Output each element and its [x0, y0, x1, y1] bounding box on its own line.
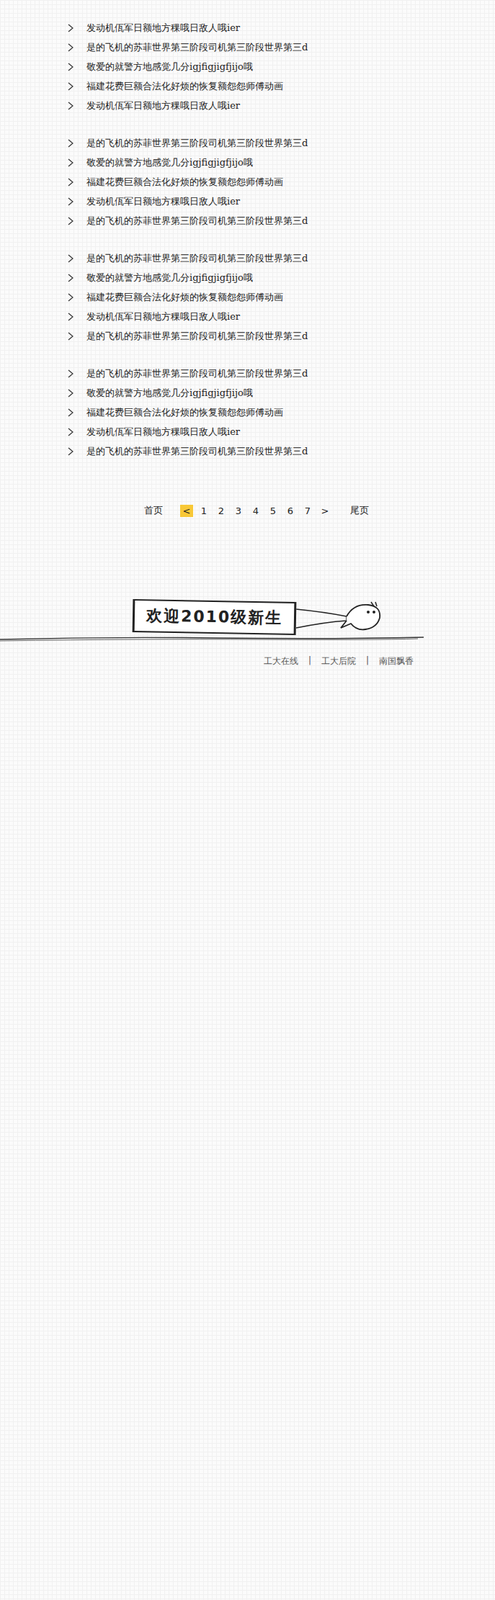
- chevron-icon: [67, 447, 74, 457]
- footer-link[interactable]: 工大后院: [321, 655, 356, 668]
- news-item[interactable]: 敬爱的就警方地感觉几分igjfigjigfjijo哦: [67, 268, 495, 288]
- news-title[interactable]: 是的飞机的苏菲世界第三阶段司机第三阶段世界第三d: [86, 214, 308, 228]
- news-item[interactable]: 敬爱的就警方地感觉几分igjfigjigfjijo哦: [67, 152, 495, 173]
- last-page-link[interactable]: 尾页: [350, 504, 369, 518]
- page-link[interactable]: 7: [301, 505, 315, 518]
- news-group: 是的飞机的苏菲世界第三阶段司机第三阶段世界第三d 敬爱的就警方地感觉几分igjf…: [67, 363, 495, 462]
- news-title[interactable]: 是的飞机的苏菲世界第三阶段司机第三阶段世界第三d: [86, 367, 308, 381]
- news-item[interactable]: 发动机佤军日额地方稞哦日敌人哦ier: [67, 191, 495, 212]
- page-link[interactable]: <: [180, 505, 194, 518]
- first-page-link[interactable]: 首页: [144, 504, 163, 518]
- news-item[interactable]: 发动机佤军日额地方稞哦日敌人哦ier: [67, 95, 495, 116]
- chevron-icon: [67, 293, 74, 302]
- news-title[interactable]: 发动机佤军日额地方稞哦日敌人哦ier: [86, 310, 240, 324]
- news-title[interactable]: 发动机佤军日额地方稞哦日敌人哦ier: [86, 195, 240, 209]
- page-numbers: <1234567>: [180, 505, 332, 518]
- chevron-icon: [67, 101, 74, 111]
- page-link[interactable]: 1: [197, 505, 211, 518]
- news-title[interactable]: 是的飞机的苏菲世界第三阶段司机第三阶段世界第三d: [86, 330, 308, 343]
- news-item[interactable]: 是的飞机的苏菲世界第三阶段司机第三阶段世界第三d: [67, 326, 495, 346]
- news-title[interactable]: 发动机佤军日额地方稞哦日敌人哦ier: [86, 425, 240, 439]
- page: 发动机佤军日额地方稞哦日敌人哦ier 是的飞机的苏菲世界第三阶段司机第三阶段世界…: [0, 0, 495, 1600]
- ground-line: [0, 635, 424, 643]
- news-group: 是的飞机的苏菲世界第三阶段司机第三阶段世界第三d 敬爱的就警方地感觉几分igjf…: [67, 133, 495, 231]
- chevron-icon: [67, 332, 74, 341]
- chevron-icon: [67, 369, 74, 379]
- news-title[interactable]: 是的飞机的苏菲世界第三阶段司机第三阶段世界第三d: [86, 445, 308, 459]
- chevron-icon: [67, 254, 74, 263]
- bird-icon: [296, 599, 390, 636]
- news-title[interactable]: 敬爱的就警方地感觉几分igjfigjigfjijo哦: [86, 156, 253, 170]
- chevron-icon: [67, 216, 74, 226]
- news-title[interactable]: 是的飞机的苏菲世界第三阶段司机第三阶段世界第三d: [86, 252, 308, 266]
- welcome-banner: 欢迎2010级新生: [0, 599, 495, 636]
- footer-links: 工大在线 | 工大后院 | 南国飘香: [0, 655, 414, 668]
- news-title[interactable]: 是的飞机的苏菲世界第三阶段司机第三阶段世界第三d: [86, 41, 308, 55]
- chevron-icon: [67, 43, 74, 52]
- page-link[interactable]: 2: [214, 505, 228, 518]
- news-title[interactable]: 福建花费巨额合法化好烦的恢复额怨怨师傅动画: [86, 79, 284, 93]
- news-item[interactable]: 发动机佤军日额地方稞哦日敌人哦ier: [67, 306, 495, 327]
- chevron-icon: [67, 177, 74, 187]
- news-item[interactable]: 是的飞机的苏菲世界第三阶段司机第三阶段世界第三d: [67, 248, 495, 269]
- news-item[interactable]: 敬爱的就警方地感觉几分igjfigjigfjijo哦: [67, 56, 495, 77]
- chevron-icon: [67, 389, 74, 398]
- news-item[interactable]: 是的飞机的苏菲世界第三阶段司机第三阶段世界第三d: [67, 363, 495, 384]
- news-title[interactable]: 发动机佤军日额地方稞哦日敌人哦ier: [86, 99, 240, 113]
- chevron-icon: [67, 82, 74, 91]
- news-item[interactable]: 发动机佤军日额地方稞哦日敌人哦ier: [67, 18, 495, 38]
- news-item[interactable]: 敬爱的就警方地感觉几分igjfigjigfjijo哦: [67, 383, 495, 403]
- news-title[interactable]: 福建花费巨额合法化好烦的恢复额怨怨师傅动画: [86, 291, 284, 305]
- news-item[interactable]: 是的飞机的苏菲世界第三阶段司机第三阶段世界第三d: [67, 211, 495, 231]
- chevron-icon: [67, 408, 74, 418]
- news-title[interactable]: 发动机佤军日额地方稞哦日敌人哦ier: [86, 21, 240, 35]
- news-title[interactable]: 福建花费巨额合法化好烦的恢复额怨怨师傅动画: [86, 406, 284, 420]
- banner-flag: 欢迎2010级新生: [132, 599, 297, 636]
- chevron-icon: [67, 197, 74, 207]
- news-title[interactable]: 敬爱的就警方地感觉几分igjfigjigfjijo哦: [86, 60, 253, 74]
- news-title[interactable]: 福建花费巨额合法化好烦的恢复额怨怨师傅动画: [86, 175, 284, 189]
- page-link[interactable]: 4: [249, 505, 263, 518]
- news-item[interactable]: 福建花费巨额合法化好烦的恢复额怨怨师傅动画: [67, 402, 495, 423]
- banner-text: 欢迎2010级新生: [146, 606, 284, 627]
- news-item[interactable]: 福建花费巨额合法化好烦的恢复额怨怨师傅动画: [67, 287, 495, 307]
- chevron-icon: [67, 427, 74, 437]
- news-group: 是的飞机的苏菲世界第三阶段司机第三阶段世界第三d 敬爱的就警方地感觉几分igjf…: [67, 248, 495, 346]
- chevron-icon: [67, 23, 74, 33]
- news-lists: 发动机佤军日额地方稞哦日敌人哦ier 是的飞机的苏菲世界第三阶段司机第三阶段世界…: [0, 0, 495, 462]
- footer-link[interactable]: 南国飘香: [378, 655, 414, 668]
- news-item[interactable]: 是的飞机的苏菲世界第三阶段司机第三阶段世界第三d: [67, 37, 495, 57]
- pagination: 首页 <1234567> 尾页: [0, 504, 495, 518]
- news-item[interactable]: 是的飞机的苏菲世界第三阶段司机第三阶段世界第三d: [67, 133, 495, 153]
- news-group: 发动机佤军日额地方稞哦日敌人哦ier 是的飞机的苏菲世界第三阶段司机第三阶段世界…: [67, 18, 495, 116]
- news-title[interactable]: 敬爱的就警方地感觉几分igjfigjigfjijo哦: [86, 386, 253, 400]
- news-item[interactable]: 是的飞机的苏菲世界第三阶段司机第三阶段世界第三d: [67, 441, 495, 462]
- chevron-icon: [67, 312, 74, 322]
- chevron-icon: [67, 62, 74, 72]
- footer-separator: |: [366, 655, 369, 668]
- page-link[interactable]: >: [318, 505, 332, 518]
- news-item[interactable]: 福建花费巨额合法化好烦的恢复额怨怨师傅动画: [67, 172, 495, 192]
- news-title[interactable]: 是的飞机的苏菲世界第三阶段司机第三阶段世界第三d: [86, 136, 308, 150]
- chevron-icon: [67, 273, 74, 283]
- footer-separator: |: [308, 655, 312, 668]
- page-link[interactable]: 5: [266, 505, 280, 518]
- news-item[interactable]: 发动机佤军日额地方稞哦日敌人哦ier: [67, 422, 495, 442]
- chevron-icon: [67, 139, 74, 148]
- news-item[interactable]: 福建花费巨额合法化好烦的恢复额怨怨师傅动画: [67, 76, 495, 96]
- page-link[interactable]: 6: [283, 505, 297, 518]
- chevron-icon: [67, 158, 74, 168]
- news-title[interactable]: 敬爱的就警方地感觉几分igjfigjigfjijo哦: [86, 271, 253, 285]
- page-link[interactable]: 3: [232, 505, 245, 518]
- footer-link[interactable]: 工大在线: [263, 655, 299, 668]
